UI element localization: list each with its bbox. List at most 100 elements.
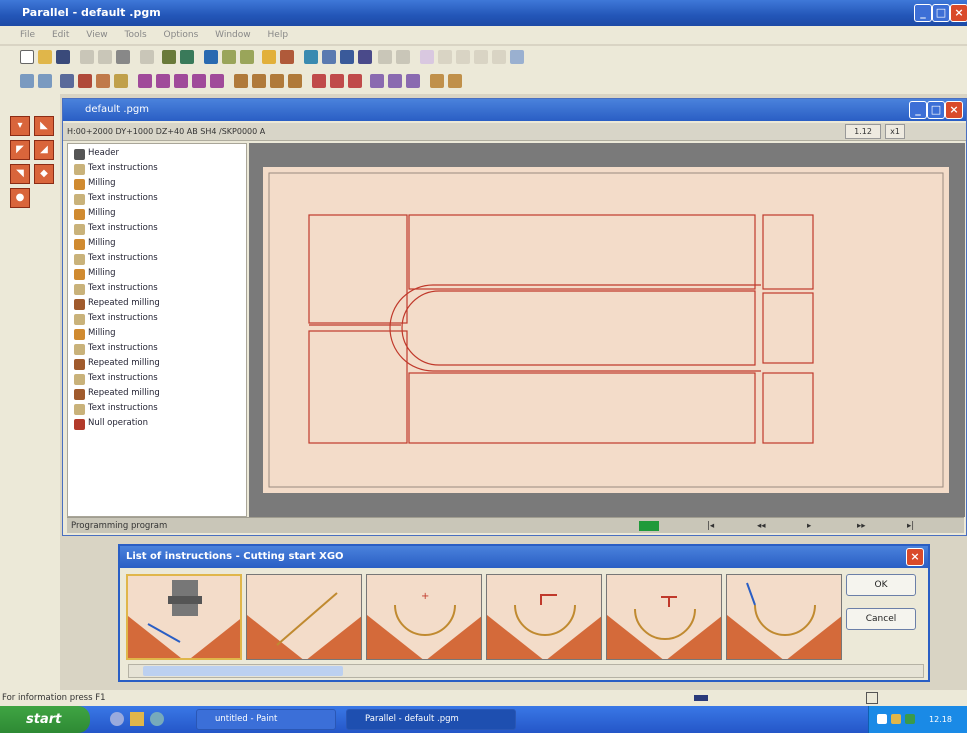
menu-options[interactable]: Options [164, 30, 199, 40]
tree-item[interactable]: Milling [88, 238, 116, 248]
start-button[interactable]: start [0, 706, 90, 733]
tree-item[interactable]: Text instructions [88, 253, 158, 263]
nav-last-icon[interactable]: ▸| [907, 518, 914, 534]
grid-a-icon[interactable] [430, 74, 444, 88]
nav-next-icon[interactable]: ▸▸ [857, 518, 866, 534]
tree-item[interactable]: Text instructions [88, 403, 158, 413]
drill-c-icon[interactable] [270, 74, 284, 88]
taskbar-paint[interactable]: untitled - Paint [196, 709, 336, 730]
thumb-scrollbar[interactable] [128, 664, 924, 678]
disabled1-icon[interactable] [378, 50, 392, 64]
arrow-up-icon[interactable] [348, 74, 362, 88]
menu-help[interactable]: Help [268, 30, 289, 40]
open-folder-icon[interactable] [38, 50, 52, 64]
strip-tool-3-icon[interactable]: ◤ [10, 140, 30, 160]
tool-icon[interactable] [162, 50, 176, 64]
disabled7-icon[interactable] [492, 50, 506, 64]
new-file-icon[interactable] [20, 50, 34, 64]
tree-item[interactable]: Text instructions [88, 343, 158, 353]
mill-a-icon[interactable] [138, 74, 152, 88]
tree-item[interactable]: Null operation [88, 418, 148, 428]
paste-icon[interactable] [116, 50, 130, 64]
nav-first-icon[interactable]: |◂ [707, 518, 714, 534]
drawing-canvas[interactable] [263, 167, 949, 493]
pin-icon[interactable] [280, 50, 294, 64]
mirror-icon[interactable] [96, 74, 110, 88]
menu-window[interactable]: Window [215, 30, 251, 40]
save-icon[interactable] [56, 50, 70, 64]
strip-tool-4-icon[interactable]: ◢ [34, 140, 54, 160]
ok-button[interactable]: OK [846, 574, 916, 596]
lightbulb-icon[interactable] [262, 50, 276, 64]
strip-tool-6-icon[interactable]: ◆ [34, 164, 54, 184]
taskbar-parallel[interactable]: Parallel - default .pgm [346, 709, 516, 730]
tree-item[interactable]: Text instructions [88, 223, 158, 233]
grid-icon[interactable] [322, 50, 336, 64]
resize-grip-icon[interactable] [866, 692, 878, 704]
drill-a-icon[interactable] [234, 74, 248, 88]
monitor-icon[interactable] [204, 50, 218, 64]
tree-item[interactable]: Header [88, 148, 119, 158]
tray-icon-1[interactable] [877, 714, 887, 724]
cut-icon[interactable] [80, 50, 94, 64]
tree-item[interactable]: Text instructions [88, 373, 158, 383]
disabled2-icon[interactable] [396, 50, 410, 64]
folder-icon[interactable] [130, 712, 144, 726]
tree-item[interactable]: Text instructions [88, 313, 158, 323]
mill-b-icon[interactable] [156, 74, 170, 88]
tree-item[interactable]: Text instructions [88, 283, 158, 293]
check-icon[interactable] [222, 50, 236, 64]
strip-tool-5-icon[interactable]: ◥ [10, 164, 30, 184]
menu-edit[interactable]: Edit [52, 30, 69, 40]
select-icon[interactable] [60, 74, 74, 88]
tree-item[interactable]: Milling [88, 178, 116, 188]
zoom-in-icon[interactable] [20, 74, 34, 88]
nav-play-icon[interactable]: ▸ [807, 518, 811, 534]
mill-c-icon[interactable] [174, 74, 188, 88]
disabled4-icon[interactable] [438, 50, 452, 64]
instruction-thumb-4[interactable] [486, 574, 602, 660]
delete-icon[interactable] [78, 74, 92, 88]
drill-d-icon[interactable] [288, 74, 302, 88]
media-icon[interactable] [150, 712, 164, 726]
arrow-icon[interactable] [304, 50, 318, 64]
tree-item[interactable]: Repeated milling [88, 358, 160, 368]
layers-icon[interactable] [340, 50, 354, 64]
tree-item[interactable]: Text instructions [88, 193, 158, 203]
grid-b-icon[interactable] [448, 74, 462, 88]
cancel-button[interactable]: Cancel [846, 608, 916, 630]
maximize-button[interactable]: □ [932, 4, 950, 22]
strip-tool-7-icon[interactable]: ● [10, 188, 30, 208]
tree-item[interactable]: Repeated milling [88, 298, 160, 308]
instruction-thumb-2[interactable] [246, 574, 362, 660]
tree-item[interactable]: Repeated milling [88, 388, 160, 398]
arrow-left-icon[interactable] [330, 74, 344, 88]
close-button[interactable]: × [950, 4, 967, 22]
scrollbar-thumb[interactable] [143, 666, 343, 676]
window-icon[interactable] [510, 50, 524, 64]
block-icon[interactable] [358, 50, 372, 64]
tree-item[interactable]: Milling [88, 328, 116, 338]
menu-tools[interactable]: Tools [124, 30, 146, 40]
drill-b-icon[interactable] [252, 74, 266, 88]
bracket-c-icon[interactable] [406, 74, 420, 88]
minimize-button[interactable]: _ [914, 4, 932, 22]
doc-minimize-button[interactable]: _ [909, 101, 927, 119]
tray-icon-2[interactable] [891, 714, 901, 724]
tree-item[interactable]: Text instructions [88, 163, 158, 173]
menu-view[interactable]: View [86, 30, 107, 40]
arrow-right-icon[interactable] [312, 74, 326, 88]
disabled3-icon[interactable] [420, 50, 434, 64]
doc-close-button[interactable]: × [945, 101, 963, 119]
tree-item[interactable]: Milling [88, 208, 116, 218]
strip-tool-2-icon[interactable]: ◣ [34, 116, 54, 136]
tray-icon-3[interactable] [905, 714, 915, 724]
strip-tool-1-icon[interactable]: ▾ [10, 116, 30, 136]
check2-icon[interactable] [240, 50, 254, 64]
ie-icon[interactable] [110, 712, 124, 726]
mill-e-icon[interactable] [210, 74, 224, 88]
instruction-thumb-3[interactable]: + [366, 574, 482, 660]
menu-file[interactable]: File [20, 30, 35, 40]
tree-item[interactable]: Milling [88, 268, 116, 278]
mill-d-icon[interactable] [192, 74, 206, 88]
